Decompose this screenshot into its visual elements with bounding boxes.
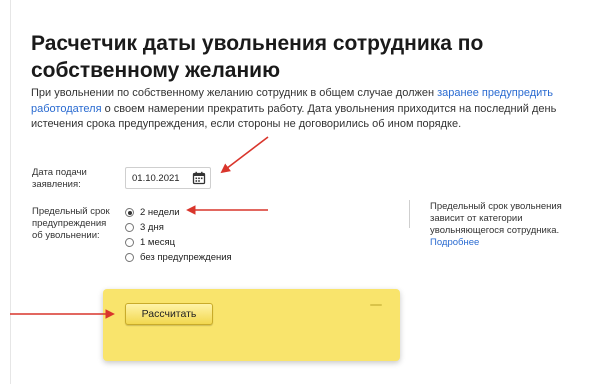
- intro-text: При увольнении по собственному желанию с…: [31, 86, 586, 133]
- option-two-weeks[interactable]: 2 недели: [125, 205, 232, 220]
- more-info-link[interactable]: Подробнее: [430, 237, 479, 248]
- application-date-label: Дата подачи заявления:: [32, 167, 87, 190]
- notice-period-hint: Предельный срок увольнения зависит от ка…: [430, 201, 595, 249]
- option-label: 2 недели: [140, 207, 180, 218]
- arrow-to-date-field: [220, 136, 269, 174]
- calculate-button[interactable]: Рассчитать: [125, 303, 213, 325]
- option-label: 3 дня: [140, 222, 164, 233]
- calendar-icon[interactable]: [192, 171, 206, 185]
- radio-one-month[interactable]: [125, 238, 134, 247]
- option-no-notice[interactable]: без предупреждения: [125, 250, 232, 265]
- intro-text-part2: о своем намерении прекратить работу. Дат…: [31, 102, 557, 131]
- option-label: без предупреждения: [140, 252, 232, 263]
- intro-text-part1: При увольнении по собственному желанию с…: [31, 87, 438, 99]
- note-divider: [409, 200, 410, 228]
- radio-three-days[interactable]: [125, 223, 134, 232]
- hint-text: Предельный срок увольнения зависит от ка…: [430, 201, 562, 236]
- notice-period-label: Предельный срок предупреждения об увольн…: [32, 206, 110, 241]
- application-date-value[interactable]: 01.10.2021: [132, 173, 180, 184]
- left-divider: [10, 0, 11, 384]
- application-date-field[interactable]: 01.10.2021: [125, 167, 211, 189]
- option-three-days[interactable]: 3 дня: [125, 220, 232, 235]
- radio-no-notice[interactable]: [125, 253, 134, 262]
- panel-collapse-handle: [370, 304, 382, 306]
- notice-period-options: 2 недели 3 дня 1 месяц без предупреждени…: [125, 205, 232, 265]
- page-title: Расчетчик даты увольнения сотрудника по …: [31, 32, 484, 82]
- option-label: 1 месяц: [140, 237, 176, 248]
- radio-two-weeks[interactable]: [125, 208, 134, 217]
- option-one-month[interactable]: 1 месяц: [125, 235, 232, 250]
- calculate-panel: Рассчитать: [103, 289, 400, 361]
